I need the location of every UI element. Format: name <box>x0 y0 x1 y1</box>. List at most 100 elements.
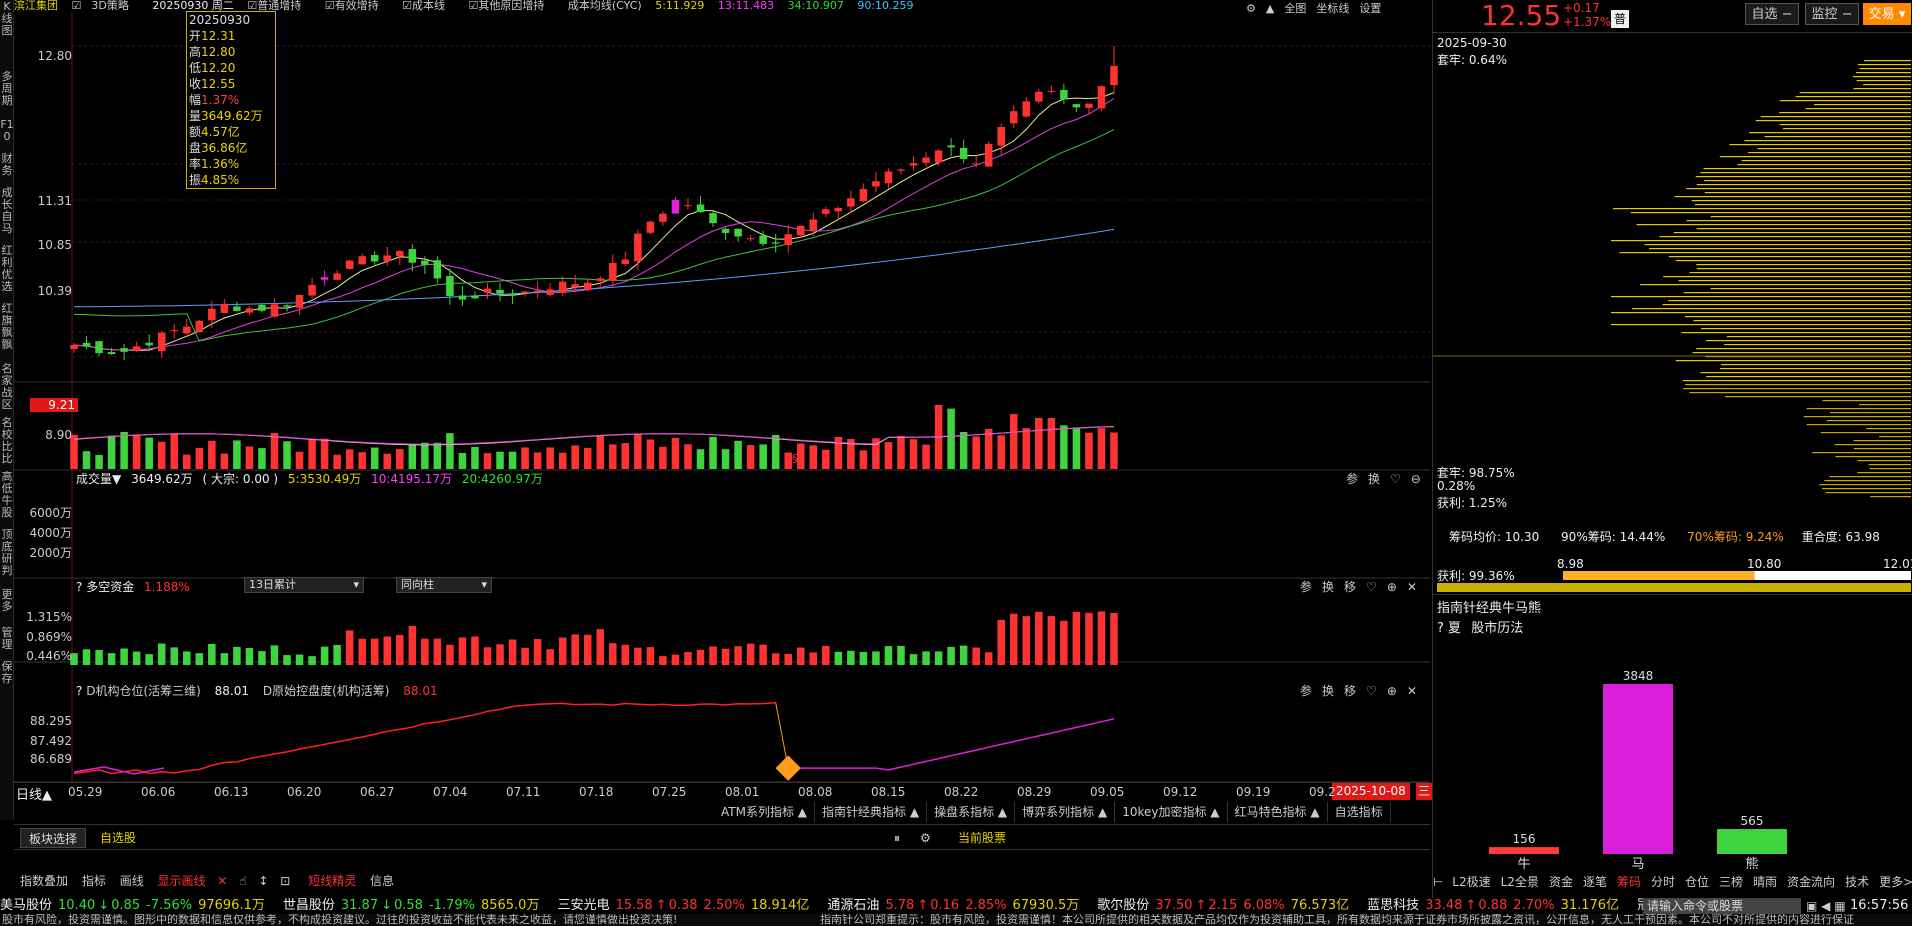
indicator-button[interactable]: 指标 <box>82 874 106 888</box>
period-label[interactable]: 日线▲ <box>16 784 52 803</box>
right-tab[interactable]: 筹码 <box>1612 872 1646 892</box>
sidebar-item[interactable]: 顶底研判 <box>0 528 14 578</box>
right-tab[interactable]: 技术 <box>1840 872 1874 892</box>
right-tab[interactable]: 资金 <box>1544 872 1578 892</box>
param-button[interactable]: 参 <box>1300 684 1312 698</box>
chip-bar <box>1696 228 1911 230</box>
swap-button[interactable]: 换 <box>1368 472 1380 486</box>
short-line-wizard[interactable]: 短线精灵 <box>308 874 356 888</box>
block-select-tab[interactable]: 板块选择 <box>20 828 87 848</box>
lock-icon[interactable]: ⊡ <box>280 874 290 888</box>
heart-icon[interactable]: ♡ <box>1366 580 1377 594</box>
right-tab[interactable]: 三榜 <box>1714 872 1748 892</box>
draw-line-button[interactable]: 画线 <box>120 874 144 888</box>
volume-title[interactable]: 成交量▼ <box>76 472 121 486</box>
dividend-marker-icon[interactable]: § <box>792 452 798 465</box>
sidebar-item[interactable]: 多周期 <box>0 70 14 108</box>
chip-distribution[interactable] <box>1433 0 1912 620</box>
sidebar-item[interactable]: 名校比比 <box>0 416 14 466</box>
grid-icon[interactable]: ▦ <box>1834 899 1845 913</box>
close-icon[interactable]: ✕ <box>217 874 227 888</box>
right-tab[interactable]: 分时 <box>1646 872 1680 892</box>
date-mark[interactable]: 三 <box>1416 783 1433 800</box>
sidebar-item[interactable]: 红利优选 <box>0 244 14 294</box>
heart-icon[interactable]: ♡ <box>1390 472 1401 486</box>
indicator-tab[interactable]: 操盘系指标 ▲ <box>927 802 1016 822</box>
indicator-tab[interactable]: ATM系列指标 ▲ <box>714 802 816 822</box>
help-icon[interactable]: ? <box>76 580 82 594</box>
volume-bar <box>170 433 178 469</box>
swap-button[interactable]: 换 <box>1322 580 1334 594</box>
sidebar-item[interactable]: F10 <box>0 118 14 144</box>
chip-bar <box>1868 464 1911 466</box>
show-lines-button[interactable]: 显示画线 <box>158 874 206 888</box>
opt-other-add[interactable]: ☑其他原因增持 <box>468 0 554 12</box>
right-tab[interactable]: L2极速 <box>1447 872 1495 892</box>
zoom-in-icon[interactable]: ⊕ <box>1387 684 1397 698</box>
heart-icon[interactable]: ♡ <box>1366 684 1377 698</box>
fund-bar <box>408 625 417 665</box>
right-tab[interactable]: 更多>> <box>1874 872 1912 892</box>
date-tick: 08.01 <box>725 785 760 799</box>
sidebar-item[interactable]: 名家战区 <box>0 362 14 412</box>
ticker-item[interactable]: 美马股份 10.40 ↓ 0.85 -7.56% 97696.1万 <box>0 898 265 913</box>
zoom-in-icon[interactable]: ⊕ <box>1387 580 1397 594</box>
gear-icon[interactable]: ⚙ <box>920 828 931 848</box>
volume-bar <box>1072 427 1081 469</box>
self-stock-tab[interactable]: 自选股 <box>100 828 136 848</box>
sidebar-item[interactable]: 红旗飘飘 <box>0 302 14 352</box>
current-stock-tab[interactable]: 当前股票 <box>958 828 1006 848</box>
indicator-tab[interactable]: 10key加密指标 ▲ <box>1115 802 1228 822</box>
speaker-icon[interactable]: ◀ <box>1821 899 1830 913</box>
opt-valid-add[interactable]: ☑有效增持 <box>325 0 389 12</box>
right-tab[interactable]: 逐笔 <box>1578 872 1612 892</box>
indicator-tab[interactable]: 指南针经典指标 ▲ <box>815 802 928 822</box>
info-button[interactable]: 信息 <box>370 874 394 888</box>
opt-cost-line[interactable]: ☑成本线 <box>402 0 455 12</box>
zoom-out-icon[interactable]: ⊖ <box>1411 472 1421 486</box>
fund-bar <box>258 651 266 665</box>
status-bar: 股市有风险，投资需谨慎。图形中的数据和信息仅供参考，不构成投资建议。过往的投资收… <box>0 914 1912 926</box>
move-button[interactable]: 移 <box>1344 580 1356 594</box>
pause-icon[interactable]: ⏸ <box>894 828 900 848</box>
ticker-item[interactable]: 通源石油 5.78 ↑ 0.16 2.85% 67930.5万 <box>827 898 1079 913</box>
swap-button[interactable]: 换 <box>1322 684 1334 698</box>
sidebar-item[interactable]: 管理 <box>0 626 14 652</box>
strategy-toggle[interactable]: ☑ 3D策略 <box>72 0 139 12</box>
right-tab[interactable]: 晴雨 <box>1748 872 1782 892</box>
move-icon[interactable]: ↕ <box>258 874 268 888</box>
sidebar-item[interactable]: 高低牛股 <box>0 470 14 520</box>
ticker-item[interactable]: 歌尔股份 37.50 ↑ 2.15 6.08% 76.573亿 <box>1097 898 1349 913</box>
fund-bar <box>1035 611 1043 665</box>
sidebar-item[interactable]: 更多 <box>0 588 14 614</box>
indicator-tab[interactable]: 红马特色指标 ▲ <box>1228 802 1328 822</box>
indicator-tab[interactable]: 自选指标 <box>1328 802 1391 822</box>
collapse-icon[interactable]: ⊢ <box>1433 875 1447 889</box>
checkbox-icon[interactable]: ☑ <box>72 0 82 12</box>
param-button[interactable]: 参 <box>1346 472 1358 486</box>
stock-ticker[interactable]: 美马股份 10.40 ↓ 0.85 -7.56% 97696.1万 世昌股份 31.87 ↓ 0.… <box>0 898 1912 914</box>
period-select[interactable]: 13日累计 ▾ <box>244 577 364 593</box>
right-tab[interactable]: 资金流向 <box>1782 872 1840 892</box>
ticker-item[interactable]: 三安光电 15.58 ↑ 0.38 2.50% 18.914亿 <box>557 898 809 913</box>
overlay-index-button[interactable]: 指数叠加 <box>20 874 68 888</box>
command-input[interactable]: 请输入命令或股票 <box>1643 898 1801 914</box>
help-icon[interactable]: ? <box>76 684 82 698</box>
right-tab[interactable]: 仓位 <box>1680 872 1714 892</box>
indicator-tab[interactable]: 博弈系列指标 ▲ <box>1015 802 1116 822</box>
sidebar-item[interactable]: 成长自马 <box>0 186 14 236</box>
hand-icon[interactable]: ☝ <box>239 874 246 888</box>
sidebar-item[interactable]: K线图 <box>0 0 14 38</box>
close-icon[interactable]: ✕ <box>1407 580 1417 594</box>
stock-name[interactable]: 滨江集团 <box>14 0 58 12</box>
sidebar-item[interactable]: 保存 <box>0 660 14 686</box>
right-tab[interactable]: L2全景 <box>1496 872 1544 892</box>
style-select[interactable]: 同向柱 ▾ <box>396 577 492 593</box>
param-button[interactable]: 参 <box>1300 580 1312 594</box>
keyboard-icon[interactable]: ▣ <box>1806 899 1817 913</box>
close-icon[interactable]: ✕ <box>1407 684 1417 698</box>
ticker-item[interactable]: 蓝思科技 33.48 ↑ 0.88 2.70% 31.176亿 <box>1367 898 1619 913</box>
sidebar-item[interactable]: 财务 <box>0 152 14 178</box>
move-button[interactable]: 移 <box>1344 684 1356 698</box>
ticker-item[interactable]: 世昌股份 31.87 ↓ 0.58 -1.79% 8565.0万 <box>283 898 540 913</box>
